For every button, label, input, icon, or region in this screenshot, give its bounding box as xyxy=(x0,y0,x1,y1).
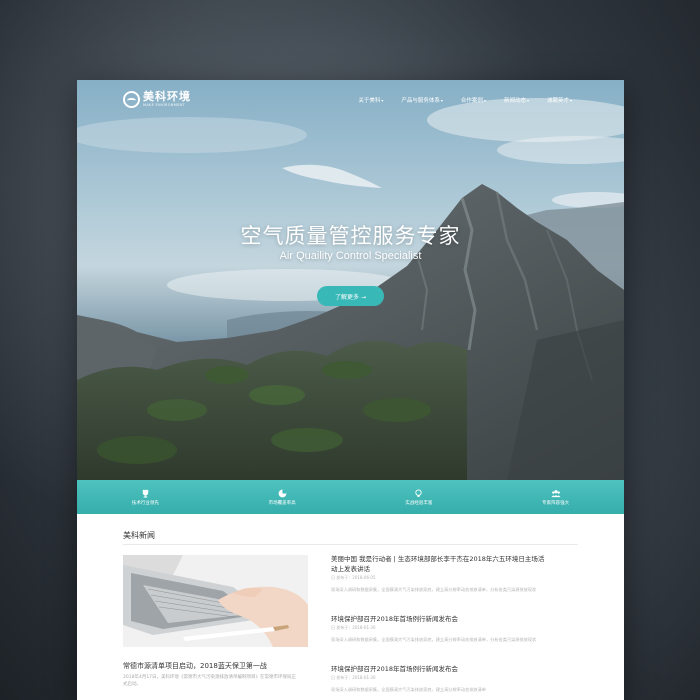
featured-news-image[interactable] xyxy=(123,555,308,647)
featured-news-title[interactable]: 常德市源清单项目启动，2018蓝天保卫第一战 xyxy=(123,661,313,671)
news-item-date: 日 发布于：2018-01-30 xyxy=(331,675,376,680)
logo-mark-icon xyxy=(123,91,140,108)
news-item-title[interactable]: 美丽中国 我是行动者 | 生态环境部部长李干杰在2018年六五环境日主场活动上发… xyxy=(331,554,546,574)
news-list-item[interactable]: 环境保护部召开2018年首场例行新闻发布会 日 发布于：2018-01-30 现… xyxy=(331,614,546,643)
team-icon xyxy=(551,488,561,498)
menu-item-cases[interactable]: 合作案例▾ xyxy=(461,96,486,104)
hero-title: 空气质量管控服务专家 xyxy=(240,224,461,248)
news-item-title[interactable]: 环境保护部召开2018年首场例行新闻发布会 xyxy=(331,614,546,624)
logo-name: 美科环境 xyxy=(143,90,191,103)
feature-label: 技术行业领先 xyxy=(131,501,159,506)
menu-item-news[interactable]: 新闻动态▾ xyxy=(504,96,529,104)
chevron-down-icon: ▾ xyxy=(440,98,443,103)
trophy-icon xyxy=(140,488,150,498)
news-section-title: 美科新闻 xyxy=(123,531,155,540)
lightbulb-icon xyxy=(414,488,424,498)
feature-label: 市场覆盖率高 xyxy=(268,501,296,506)
mountain-landscape-image xyxy=(77,80,624,480)
menu-item-about[interactable]: 关于美科▾ xyxy=(358,96,383,104)
menu-item-products[interactable]: 产品与服务体系▾ xyxy=(401,96,443,104)
hero-subtitle: Air Quaility Control Specialist xyxy=(279,250,422,262)
divider xyxy=(123,544,578,545)
logo-subtext: MAKE ENVIRONMENT xyxy=(143,103,185,107)
laptop-photo xyxy=(123,555,308,647)
brand-logo[interactable]: 美科环境 MAKE ENVIRONMENT xyxy=(123,91,191,108)
top-navigation: 美科环境 MAKE ENVIRONMENT 关于美科▾ 产品与服务体系▾ 合作案… xyxy=(77,80,624,120)
learn-more-button[interactable]: 了解更多 → xyxy=(317,286,384,306)
news-item-date: 日 发布于：2018-06-05 xyxy=(331,575,376,580)
feature-experts[interactable]: 专家阵容强大 xyxy=(487,480,624,514)
news-item-excerpt: 现场深入调研和数据采集，全面摸清大气污染排放家底，建立高分辨率动态排放清单，分析… xyxy=(331,637,537,642)
news-list-item[interactable]: 美丽中国 我是行动者 | 生态环境部部长李干杰在2018年六五环境日主场活动上发… xyxy=(331,554,546,593)
features-bar: 技术行业领先 市场覆盖率高 实战经验丰富 专家阵容强大 xyxy=(77,480,624,514)
feature-market-coverage[interactable]: 市场覆盖率高 xyxy=(214,480,351,514)
menu-item-careers[interactable]: 诚聘英才▾ xyxy=(547,96,572,104)
feature-tech-leading[interactable]: 技术行业领先 xyxy=(77,480,214,514)
news-item-excerpt: 现场深入调研和数据采集，全面摸清大气污染排放家底，建立高分辨率动态排放清单 xyxy=(331,687,486,692)
chevron-down-icon: ▾ xyxy=(526,98,529,103)
news-list-item[interactable]: 环境保护部召开2018年首场例行新闻发布会 日 发布于：2018-01-30 现… xyxy=(331,664,546,693)
news-item-excerpt: 现场深入调研和数据采集，全面摸清大气污染排放家底，建立高分辨率动态排放清单，分析… xyxy=(331,587,537,592)
pie-chart-icon xyxy=(277,488,287,498)
chevron-down-icon: ▾ xyxy=(381,98,384,103)
feature-experience[interactable]: 实战经验丰富 xyxy=(351,480,488,514)
website-mockup: 美科环境 MAKE ENVIRONMENT 关于美科▾ 产品与服务体系▾ 合作案… xyxy=(77,80,624,700)
news-item-date: 日 发布于：2018-01-30 xyxy=(331,625,376,630)
feature-label: 专家阵容强大 xyxy=(542,501,570,506)
news-item-title[interactable]: 环境保护部召开2018年首场例行新闻发布会 xyxy=(331,664,546,674)
main-menu: 关于美科▾ 产品与服务体系▾ 合作案例▾ 新闻动态▾ 诚聘英才▾ xyxy=(358,96,572,104)
hero-banner: 美科环境 MAKE ENVIRONMENT 关于美科▾ 产品与服务体系▾ 合作案… xyxy=(77,80,624,480)
chevron-down-icon: ▾ xyxy=(483,98,486,103)
chevron-down-icon: ▾ xyxy=(569,98,572,103)
feature-label: 实战经验丰富 xyxy=(405,501,433,506)
featured-news-excerpt: 2018年4月17日，美科环境《常德市大气污染源排放清单编制项目》在常德市环保局… xyxy=(123,675,297,687)
